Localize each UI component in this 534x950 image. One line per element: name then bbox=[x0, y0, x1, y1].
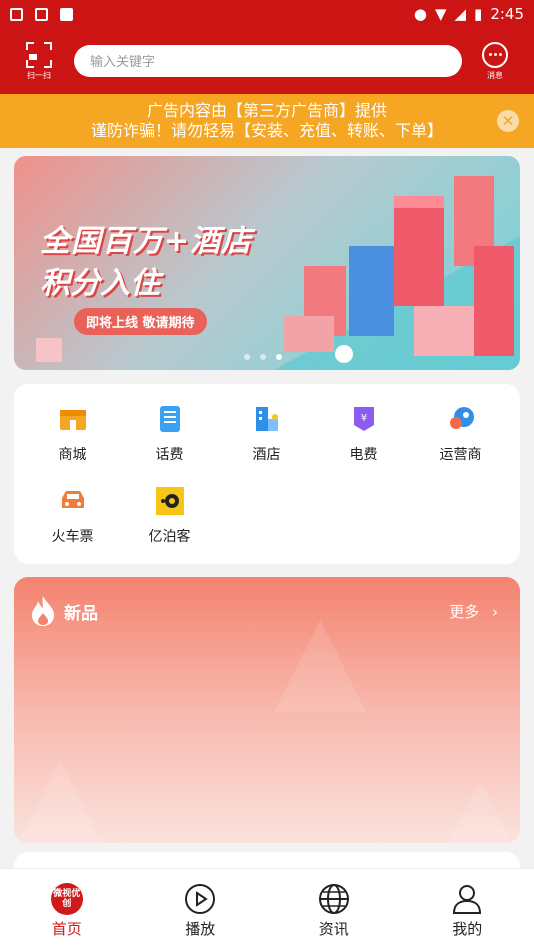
grid-item-operator[interactable]: 运营商 bbox=[412, 404, 509, 466]
search-input[interactable] bbox=[74, 45, 462, 77]
new-products-card: ▲ ▲ ▲ 新品 更多 › bbox=[14, 577, 520, 843]
banner-tag: 即将上线 敬请期待 bbox=[74, 308, 207, 335]
message-label: 消息 bbox=[487, 70, 503, 80]
status-bar: ● ▼ ◢ ▮ 2:45 bbox=[0, 0, 534, 28]
scan-label: 扫一扫 bbox=[27, 70, 51, 80]
phone-bill-icon bbox=[155, 404, 185, 434]
grid-item-yiboke[interactable]: 亿泊客 bbox=[121, 486, 218, 548]
grid-item-label: 亿泊客 bbox=[148, 529, 191, 545]
grid-icon bbox=[35, 7, 48, 21]
shop-icon bbox=[58, 404, 88, 434]
tab-news[interactable]: 资讯 bbox=[267, 869, 401, 950]
grid-item-electric-bill[interactable]: ¥ 电费 bbox=[315, 404, 412, 466]
grid-item-label: 商城 bbox=[58, 447, 87, 463]
more-link[interactable]: 更多 › bbox=[449, 601, 498, 622]
bottom-nav: 微视优创 首页 播放 资讯 我的 bbox=[0, 868, 534, 950]
flame-decoration: ▲ bbox=[14, 727, 107, 843]
close-icon[interactable]: ✕ bbox=[497, 110, 519, 132]
svg-text:¥: ¥ bbox=[360, 413, 366, 424]
clock: 2:45 bbox=[490, 5, 524, 23]
tab-label: 播放 bbox=[185, 920, 216, 938]
app-header: 扫一扫 消息 bbox=[0, 28, 534, 94]
tab-home[interactable]: 微视优创 首页 bbox=[0, 869, 134, 950]
grid-item-phone-bill[interactable]: 话费 bbox=[121, 404, 218, 466]
operator-icon bbox=[446, 404, 476, 434]
banner-headline: 全国百万+酒店 bbox=[40, 224, 253, 259]
play-icon bbox=[185, 884, 216, 914]
service-grid: 商城 话费 酒店 ¥ 电费 运营商 火车票 亿泊客 bbox=[14, 384, 520, 564]
flame-decoration: ▲ bbox=[434, 747, 520, 843]
banner-dot-active[interactable] bbox=[276, 354, 282, 360]
banner-dot[interactable] bbox=[260, 354, 266, 360]
flame-decoration: ▲ bbox=[274, 587, 367, 726]
grid-item-label: 火车票 bbox=[51, 529, 94, 545]
grid-item-train-ticket[interactable]: 火车票 bbox=[24, 486, 121, 548]
new-products-title: 新品 bbox=[64, 603, 98, 624]
scan-icon bbox=[26, 41, 52, 68]
tab-label: 我的 bbox=[452, 920, 483, 938]
notice-line-2: 谨防诈骗！请勿轻易【安装、充值、转账、下单】 bbox=[90, 121, 443, 140]
grid-item-label: 酒店 bbox=[252, 447, 281, 463]
flame-icon bbox=[32, 596, 54, 626]
tab-mine[interactable]: 我的 bbox=[401, 869, 534, 950]
hotel-icon bbox=[252, 404, 282, 434]
banner-subheadline: 积分入住 bbox=[40, 266, 160, 301]
signal-icon: ◢ bbox=[454, 5, 467, 23]
more-label: 更多 bbox=[449, 603, 480, 621]
grid-item-label: 运营商 bbox=[439, 447, 482, 463]
tab-label: 资讯 bbox=[318, 920, 349, 938]
banner-dot[interactable] bbox=[244, 354, 250, 360]
home-logo-icon: 微视优创 bbox=[50, 883, 83, 915]
banner-pagination bbox=[244, 354, 282, 360]
message-icon bbox=[482, 41, 508, 68]
location-icon: ● bbox=[413, 5, 427, 23]
message-button[interactable]: 消息 bbox=[470, 41, 520, 81]
tab-label: 首页 bbox=[51, 920, 82, 938]
user-icon bbox=[453, 885, 482, 914]
tab-play[interactable]: 播放 bbox=[134, 869, 268, 950]
mail-icon bbox=[10, 7, 23, 21]
electric-bill-icon: ¥ bbox=[349, 404, 379, 434]
scan-button[interactable]: 扫一扫 bbox=[14, 41, 64, 81]
grid-item-shop[interactable]: 商城 bbox=[24, 404, 121, 466]
grid-item-label: 话费 bbox=[155, 447, 184, 463]
grid-item-label: 电费 bbox=[349, 447, 378, 463]
wifi-icon: ▼ bbox=[434, 5, 447, 23]
train-ticket-icon bbox=[58, 486, 88, 516]
new-products-header: 新品 bbox=[30, 595, 98, 627]
notice-line-1: 广告内容由【第三方广告商】提供 bbox=[146, 101, 387, 120]
promo-banner[interactable]: 全国百万+酒店 积分入住 即将上线 敬请期待 bbox=[14, 156, 520, 370]
grid-item-hotel[interactable]: 酒店 bbox=[218, 404, 315, 466]
chevron-right-icon: › bbox=[492, 603, 498, 621]
ad-notice: 广告内容由【第三方广告商】提供 谨防诈骗！请勿轻易【安装、充值、转账、下单】 ✕ bbox=[0, 94, 534, 148]
a-icon bbox=[60, 7, 73, 21]
globe-icon bbox=[318, 884, 349, 914]
yiboke-icon bbox=[155, 486, 185, 516]
battery-icon: ▮ bbox=[474, 5, 483, 23]
